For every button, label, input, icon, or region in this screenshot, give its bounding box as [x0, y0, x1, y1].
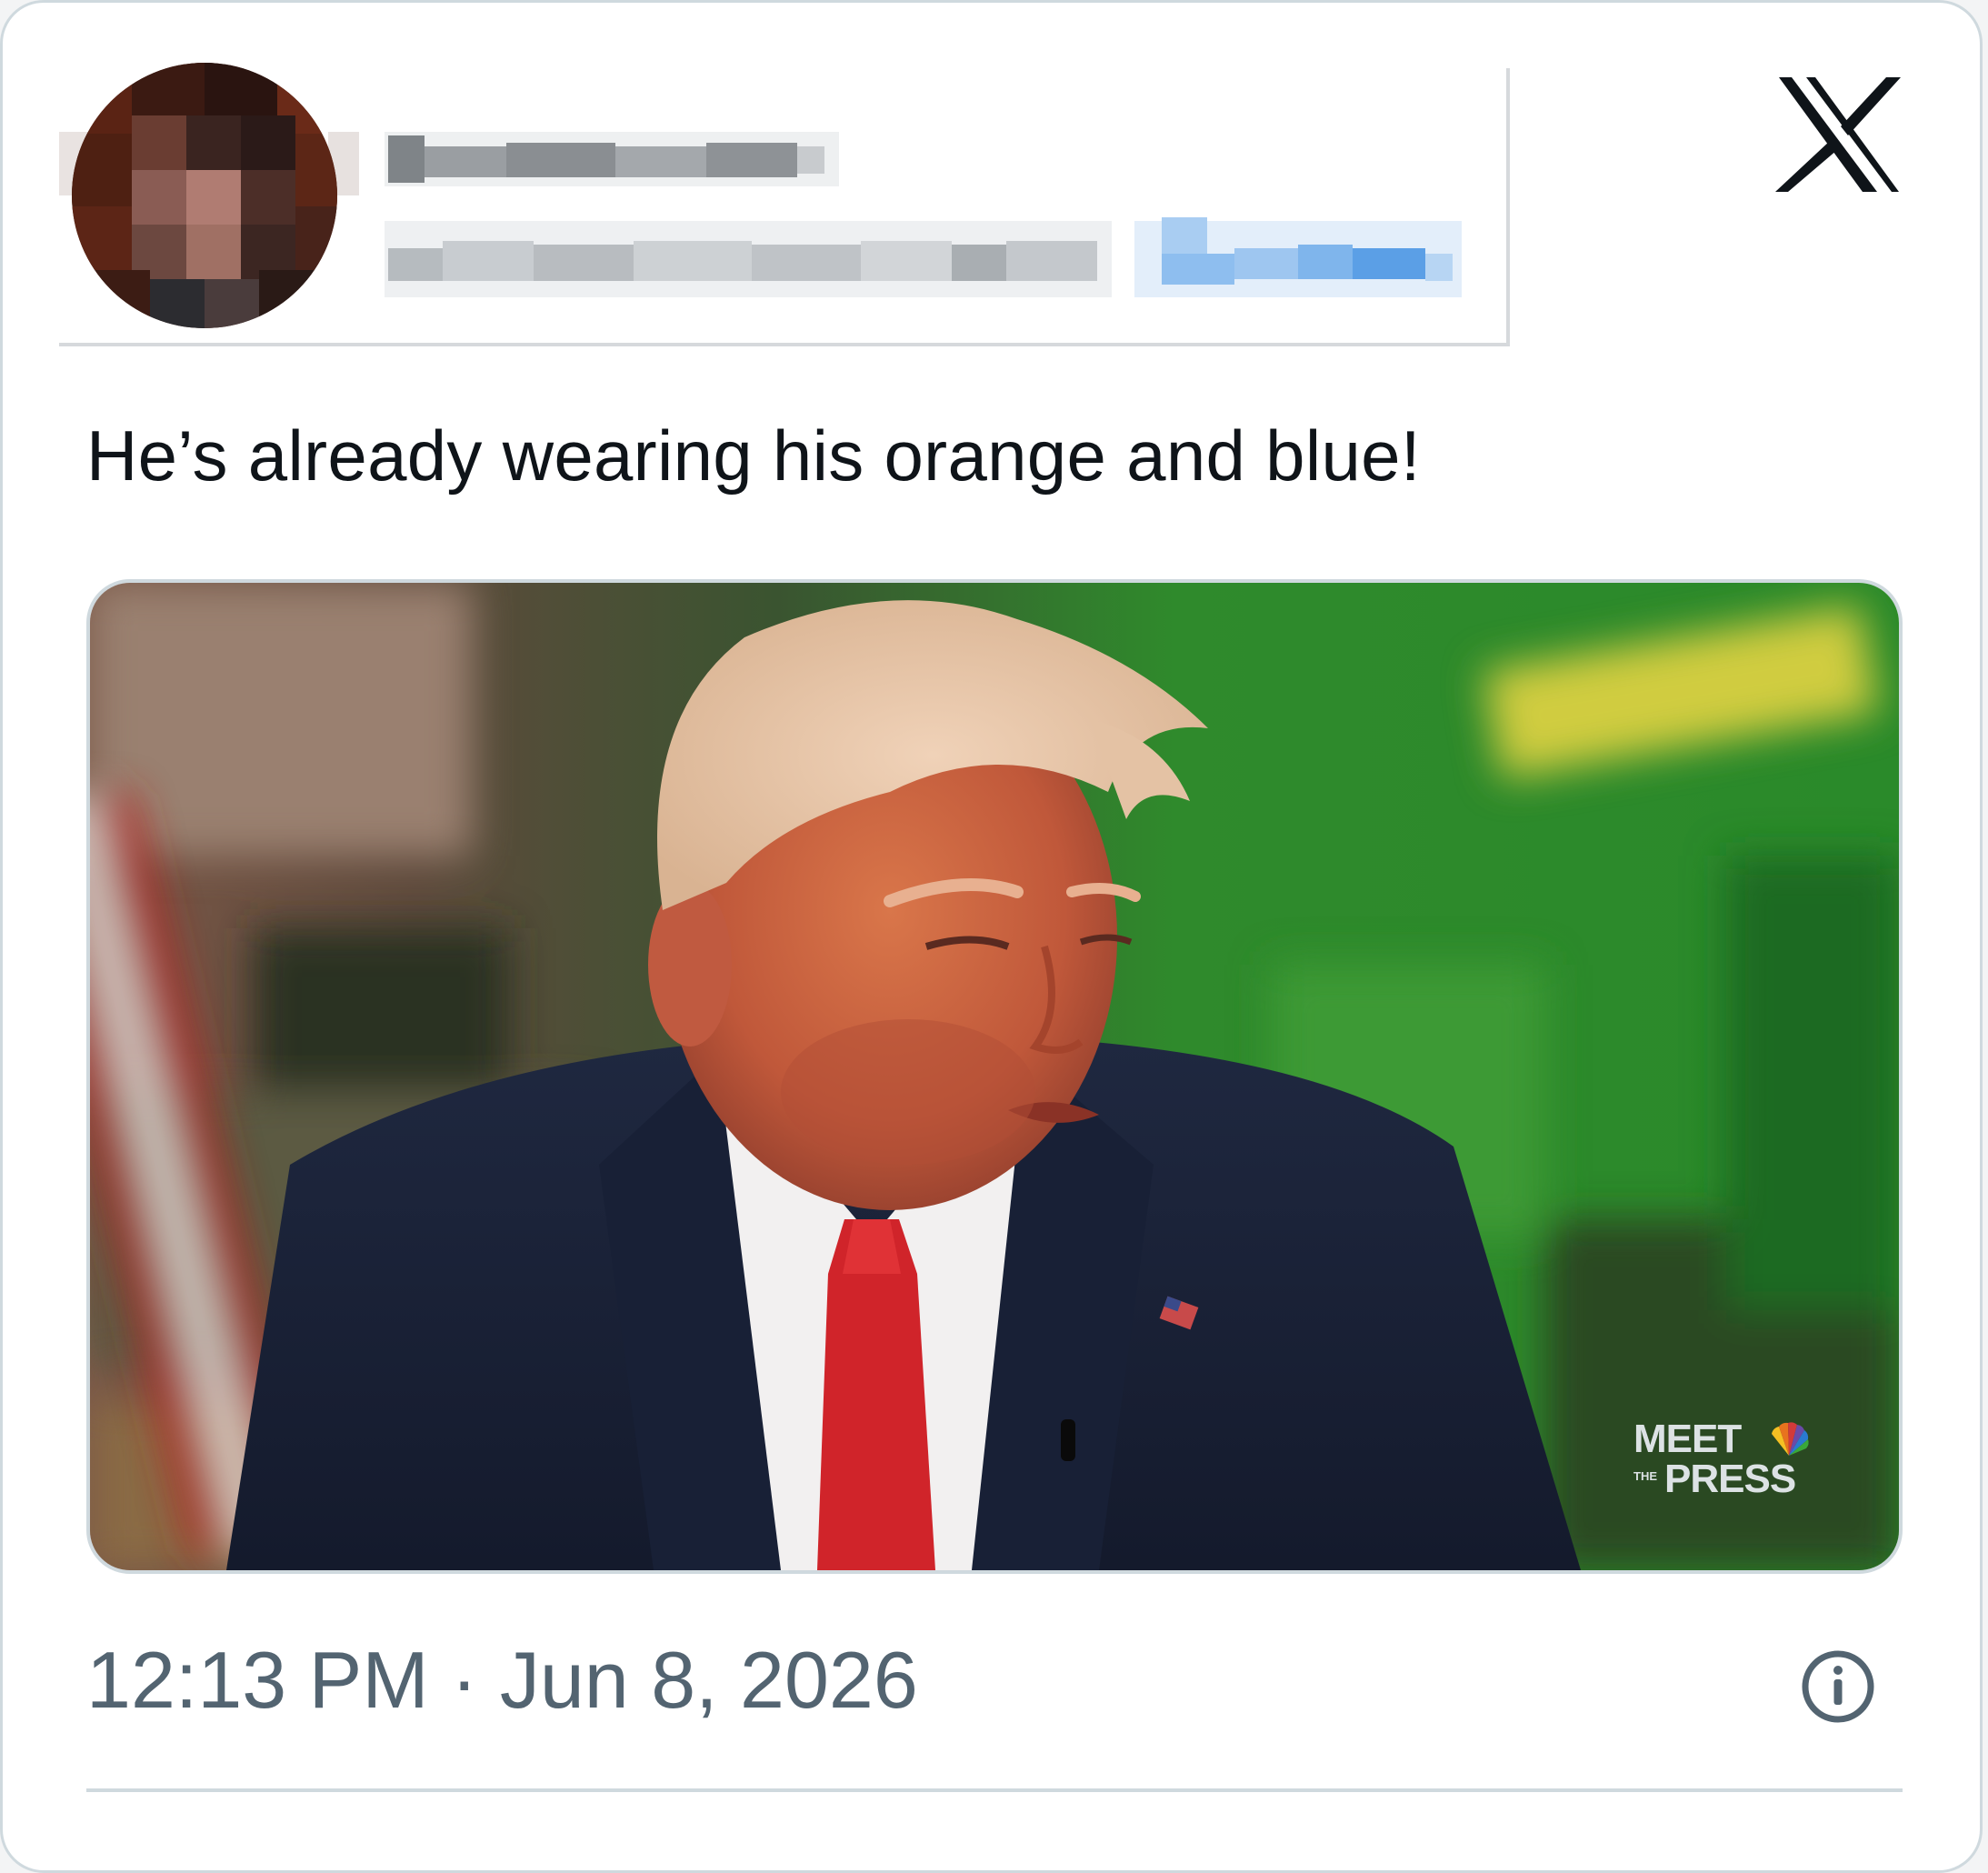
tweet-text: He’s already wearing his orange and blue…: [86, 416, 1421, 496]
peacock-icon: [1772, 1422, 1809, 1456]
tweet-timestamp[interactable]: 12:13 PM · Jun 8, 2026: [86, 1630, 918, 1730]
info-icon[interactable]: [1800, 1648, 1876, 1725]
follow-link-text: [1134, 214, 1462, 305]
x-logo-icon[interactable]: [1775, 77, 1903, 192]
follow-link[interactable]: [1134, 214, 1462, 305]
author-display-name[interactable]: [385, 123, 839, 195]
watermark-meet: MEET: [1633, 1417, 1742, 1461]
tweet-media-image[interactable]: MEET THE PRESS: [86, 579, 1903, 1574]
author-display-name-text: [385, 123, 839, 195]
media-photo: [90, 583, 1899, 1570]
watermark-press: PRESS: [1664, 1457, 1796, 1501]
author-handle-text: [385, 214, 1112, 305]
footer-divider: [86, 1788, 1903, 1792]
author-avatar[interactable]: [59, 61, 361, 336]
tweet-embed-card: He’s already wearing his orange and blue…: [0, 0, 1983, 1873]
meet-the-press-watermark: MEET THE PRESS: [1630, 1419, 1812, 1507]
watermark-the: THE: [1633, 1469, 1657, 1483]
author-handle[interactable]: [385, 214, 1112, 305]
